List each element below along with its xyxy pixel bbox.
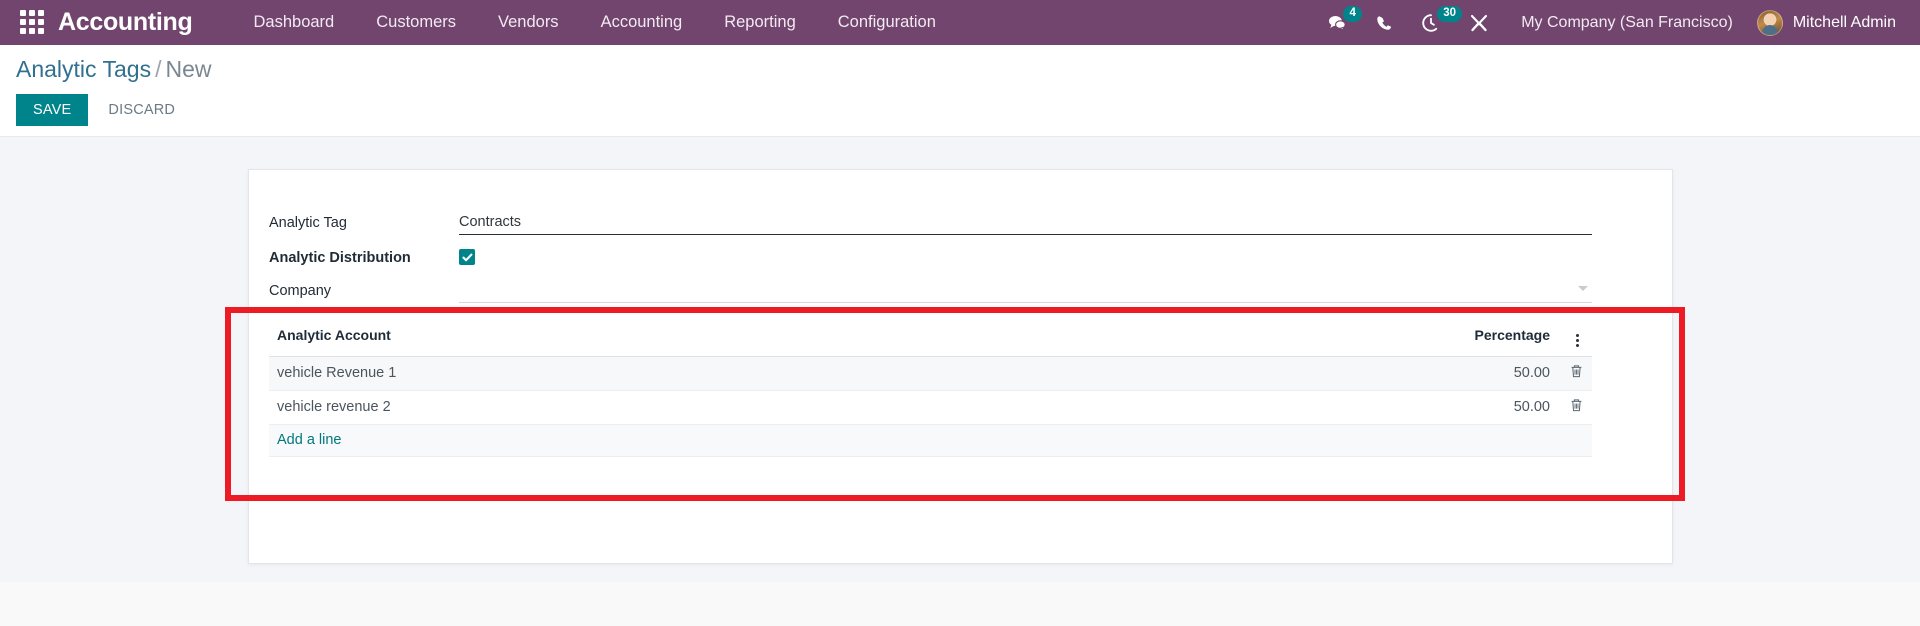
add-line-row[interactable]: Add a line [269, 424, 1592, 457]
label-analytic-tag: Analytic Tag [269, 215, 347, 231]
activities-clock-icon[interactable]: 30 [1407, 0, 1463, 45]
table-row[interactable]: vehicle Revenue 1 50.00 [269, 356, 1592, 391]
table-empty-space [269, 456, 1592, 503]
value-wrap-company [459, 280, 1592, 303]
breadcrumb-current-new: New [165, 56, 212, 82]
table-row[interactable]: vehicle revenue 2 50.00 [269, 390, 1592, 425]
main-menu: Dashboard Customers Vendors Accounting R… [233, 1, 957, 44]
menu-item-configuration[interactable]: Configuration [817, 1, 957, 44]
breadcrumb-separator: / [155, 56, 162, 82]
record-action-buttons: SAVE DISCARD [16, 94, 1920, 126]
avatar [1756, 9, 1783, 36]
top-navbar: Accounting Dashboard Customers Vendors A… [0, 0, 1920, 45]
add-line-cell: Add a line [269, 424, 1592, 457]
trash-icon [1571, 398, 1581, 411]
trash-icon [1571, 364, 1581, 377]
column-header-percentage[interactable]: Percentage [913, 316, 1558, 357]
value-wrap-analytic-distribution [459, 247, 1592, 268]
menu-item-accounting[interactable]: Accounting [580, 1, 704, 44]
field-row-company: Company [269, 280, 1592, 303]
save-button[interactable]: SAVE [16, 94, 89, 126]
cell-percentage[interactable]: 50.00 [913, 390, 1558, 425]
form-sheet: Analytic Tag Contracts Analytic Distribu… [225, 169, 1685, 564]
navbar-right-tools: 4 30 My Company (San Francisco) Mitchell… [1313, 0, 1902, 45]
chevron-down-icon[interactable] [1578, 285, 1588, 291]
analytic-tag-input[interactable]: Contracts [459, 212, 1592, 235]
label-company: Company [269, 282, 332, 299]
field-row-analytic-tag: Analytic Tag Contracts [269, 212, 1592, 235]
app-brand-accounting[interactable]: Accounting [58, 8, 193, 37]
company-switcher[interactable]: My Company (San Francisco) [1503, 14, 1747, 32]
label-analytic-distribution: Analytic Distribution [269, 250, 411, 266]
breadcrumb: Analytic Tags / New [16, 56, 1920, 83]
vertical-dots-icon[interactable] [1575, 333, 1579, 347]
apps-grid-icon[interactable] [20, 9, 46, 36]
user-menu[interactable]: Mitchell Admin [1747, 9, 1902, 36]
check-icon [461, 253, 472, 261]
table-body: vehicle Revenue 1 50.00 vehicle revenue … [269, 356, 1592, 457]
messages-icon[interactable]: 4 [1313, 0, 1363, 45]
menu-item-dashboard[interactable]: Dashboard [233, 1, 356, 44]
column-options-header [1558, 316, 1592, 357]
delete-row-button[interactable] [1558, 390, 1592, 425]
table-header-row: Analytic Account Percentage [269, 316, 1592, 357]
debug-tools-icon[interactable] [1455, 0, 1503, 45]
analytic-account-table: Analytic Account Percentage vehicle Reve… [269, 316, 1592, 457]
discard-button[interactable]: DISCARD [96, 94, 187, 126]
delete-row-button[interactable] [1558, 356, 1592, 391]
cell-analytic-account[interactable]: vehicle Revenue 1 [269, 356, 914, 391]
user-name-label: Mitchell Admin [1792, 13, 1896, 31]
field-row-analytic-distribution: Analytic Distribution [269, 247, 1592, 268]
value-wrap-analytic-tag: Contracts [459, 212, 1592, 235]
menu-item-reporting[interactable]: Reporting [703, 1, 817, 44]
column-header-analytic-account[interactable]: Analytic Account [269, 316, 914, 357]
form-fields-group: Analytic Tag Contracts Analytic Distribu… [225, 212, 1685, 503]
menu-item-vendors[interactable]: Vendors [477, 1, 580, 44]
phone-icon[interactable] [1361, 0, 1407, 45]
analytic-distribution-checkbox[interactable] [459, 249, 475, 265]
content-area: Analytic Tag Contracts Analytic Distribu… [0, 137, 1920, 582]
breadcrumb-root-analytic-tags[interactable]: Analytic Tags [16, 56, 151, 82]
add-a-line-link[interactable]: Add a line [277, 432, 342, 448]
company-select-input[interactable] [459, 280, 1592, 303]
menu-item-customers[interactable]: Customers [355, 1, 477, 44]
analytic-distribution-list: Analytic Account Percentage vehicle Reve… [225, 306, 1685, 503]
messages-badge: 4 [1343, 6, 1363, 22]
control-panel: Analytic Tags / New SAVE DISCARD [0, 45, 1920, 137]
table-head: Analytic Account Percentage [269, 316, 1592, 357]
cell-percentage[interactable]: 50.00 [913, 356, 1558, 391]
cell-analytic-account[interactable]: vehicle revenue 2 [269, 390, 914, 425]
